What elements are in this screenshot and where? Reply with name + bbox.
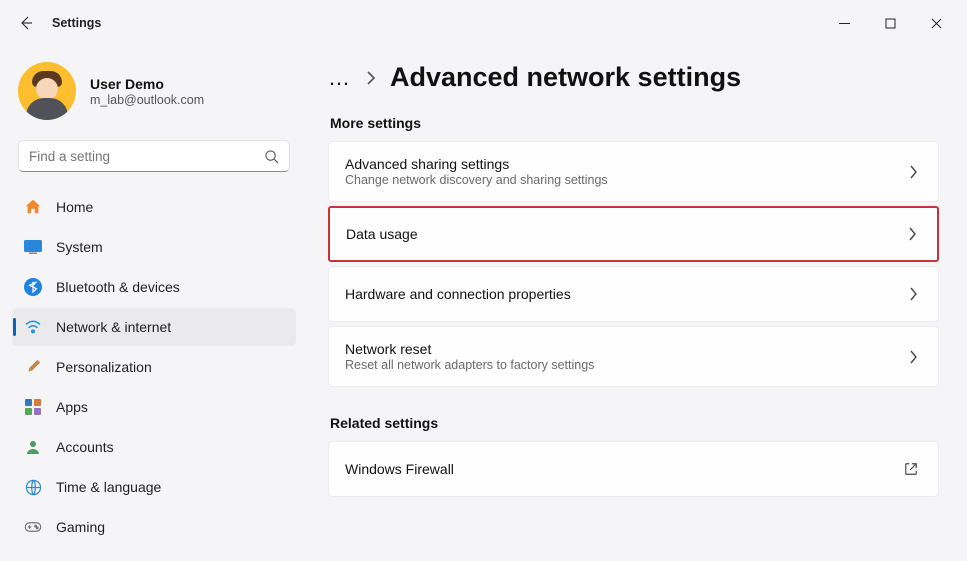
sidebar-item-accounts[interactable]: Accounts xyxy=(12,428,296,466)
system-icon xyxy=(24,238,42,256)
card-title: Windows Firewall xyxy=(345,461,890,477)
search-input[interactable] xyxy=(29,149,264,164)
sidebar-item-time-language[interactable]: Time & language xyxy=(12,468,296,506)
maximize-button[interactable] xyxy=(867,5,913,41)
card-title: Hardware and connection properties xyxy=(345,286,890,302)
sidebar-item-label: Gaming xyxy=(56,519,105,535)
search-icon xyxy=(264,149,279,164)
page-title: Advanced network settings xyxy=(390,62,741,93)
title-bar: Settings xyxy=(0,0,967,46)
sidebar-item-label: Apps xyxy=(56,399,88,415)
sidebar: User Demo m_lab@outlook.com Home System … xyxy=(0,46,300,561)
apps-icon xyxy=(24,398,42,416)
sidebar-item-network[interactable]: Network & internet xyxy=(12,308,296,346)
main-content: … Advanced network settings More setting… xyxy=(300,46,967,561)
bluetooth-icon xyxy=(24,278,42,296)
user-profile[interactable]: User Demo m_lab@outlook.com xyxy=(12,56,296,140)
back-button[interactable] xyxy=(8,5,44,41)
sidebar-item-label: Time & language xyxy=(56,479,161,495)
maximize-icon xyxy=(885,18,896,29)
close-button[interactable] xyxy=(913,5,959,41)
chevron-right-icon xyxy=(909,227,917,241)
card-data-usage[interactable]: Data usage xyxy=(328,206,939,262)
card-windows-firewall[interactable]: Windows Firewall xyxy=(328,441,939,497)
sidebar-item-label: Personalization xyxy=(56,359,152,375)
wifi-icon xyxy=(24,318,42,336)
sidebar-item-bluetooth[interactable]: Bluetooth & devices xyxy=(12,268,296,306)
window-title: Settings xyxy=(52,16,101,30)
sidebar-item-apps[interactable]: Apps xyxy=(12,388,296,426)
chevron-right-icon xyxy=(910,287,918,301)
search-box[interactable] xyxy=(18,140,290,172)
chevron-right-icon xyxy=(910,165,918,179)
person-icon xyxy=(24,438,42,456)
sidebar-item-label: Bluetooth & devices xyxy=(56,279,180,295)
avatar xyxy=(18,62,76,120)
chevron-right-icon xyxy=(910,350,918,364)
brush-icon xyxy=(24,358,42,376)
window-controls xyxy=(821,5,959,41)
home-icon xyxy=(24,198,42,216)
card-title: Advanced sharing settings xyxy=(345,156,890,172)
more-settings-cards: Advanced sharing settings Change network… xyxy=(328,141,939,387)
sidebar-item-label: System xyxy=(56,239,103,255)
section-heading-more: More settings xyxy=(330,115,939,131)
chevron-right-icon xyxy=(366,71,376,85)
card-hardware-properties[interactable]: Hardware and connection properties xyxy=(328,266,939,322)
related-settings-cards: Windows Firewall xyxy=(328,441,939,497)
user-name: User Demo xyxy=(90,76,204,92)
minimize-icon xyxy=(839,18,850,29)
sidebar-item-label: Home xyxy=(56,199,93,215)
back-arrow-icon xyxy=(18,15,34,31)
card-subtitle: Reset all network adapters to factory se… xyxy=(345,358,890,372)
user-email: m_lab@outlook.com xyxy=(90,93,204,107)
breadcrumb: … Advanced network settings xyxy=(328,62,939,93)
sidebar-item-label: Network & internet xyxy=(56,319,171,335)
sidebar-item-label: Accounts xyxy=(56,439,114,455)
close-icon xyxy=(931,18,942,29)
breadcrumb-ellipsis[interactable]: … xyxy=(328,65,352,91)
sidebar-item-personalization[interactable]: Personalization xyxy=(12,348,296,386)
card-network-reset[interactable]: Network reset Reset all network adapters… xyxy=(328,326,939,387)
card-advanced-sharing[interactable]: Advanced sharing settings Change network… xyxy=(328,141,939,202)
gamepad-icon xyxy=(24,518,42,536)
card-title: Network reset xyxy=(345,341,890,357)
minimize-button[interactable] xyxy=(821,5,867,41)
sidebar-item-system[interactable]: System xyxy=(12,228,296,266)
sidebar-item-home[interactable]: Home xyxy=(12,188,296,226)
card-subtitle: Change network discovery and sharing set… xyxy=(345,173,890,187)
sidebar-nav: Home System Bluetooth & devices Network … xyxy=(12,188,296,546)
globe-icon xyxy=(24,478,42,496)
section-heading-related: Related settings xyxy=(330,415,939,431)
open-external-icon xyxy=(904,462,918,476)
sidebar-item-gaming[interactable]: Gaming xyxy=(12,508,296,546)
card-title: Data usage xyxy=(346,226,889,242)
